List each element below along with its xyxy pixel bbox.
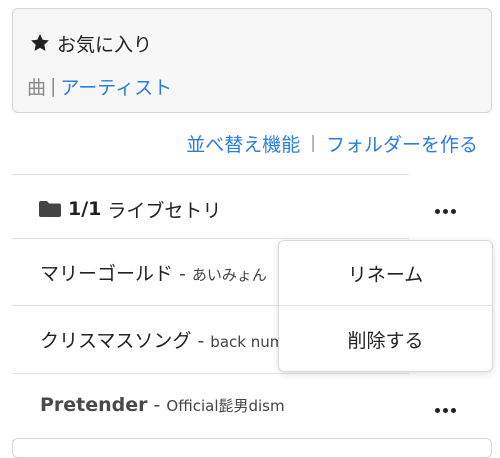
folder-name: ライブセトリ (107, 199, 222, 222)
song-title: Pretender (40, 394, 148, 416)
list-actions: 並べ替え機能 | フォルダーを作る (186, 128, 478, 158)
more-dot-icon (450, 208, 456, 214)
song-row[interactable]: Pretender - Official髭男dism (12, 373, 409, 441)
folder-icon (39, 201, 61, 217)
song-artist: Official髭男dism (166, 397, 285, 415)
tab-artists[interactable]: アーティスト (60, 73, 172, 100)
folder-more-menu-button[interactable] (427, 199, 463, 223)
more-dot-icon (434, 407, 440, 413)
favorites-title: お気に入り (57, 33, 153, 56)
more-dot-icon (442, 407, 448, 413)
folder-options-dropdown: リネーム 削除する (278, 240, 493, 372)
song-more-menu-button[interactable] (427, 398, 463, 422)
delete-menu-item[interactable]: 削除する (279, 307, 492, 371)
song-artist: あいみょん (191, 266, 267, 284)
more-dot-icon (434, 208, 440, 214)
next-card (12, 438, 492, 458)
song-title: マリーゴールド (40, 263, 174, 285)
folder-label: 1/1 ライブセトリ (38, 195, 221, 223)
sort-link[interactable]: 並べ替え機能 (186, 130, 300, 157)
favorites-tabs: 曲 | アーティスト (27, 73, 172, 99)
song-info: Pretender - Official髭男dism (40, 394, 400, 422)
actions-separator: | (310, 133, 316, 153)
folder-row[interactable]: 1/1 ライブセトリ (12, 174, 409, 239)
favorites-card: お気に入り 曲 | アーティスト (12, 8, 492, 113)
favorites-header: お気に入り (29, 29, 152, 57)
tab-separator: | (50, 75, 57, 97)
more-dot-icon (450, 407, 456, 413)
tab-songs[interactable]: 曲 (27, 73, 46, 100)
song-title: クリスマスソング (40, 330, 192, 352)
song-dash: - (197, 330, 205, 352)
star-icon (31, 34, 49, 51)
song-dash: - (179, 263, 186, 285)
song-dash: - (153, 394, 161, 416)
create-folder-link[interactable]: フォルダーを作る (326, 130, 478, 157)
rename-menu-item[interactable]: リネーム (279, 241, 492, 306)
folder-count: 1/1 (68, 198, 102, 220)
more-dot-icon (442, 208, 448, 214)
